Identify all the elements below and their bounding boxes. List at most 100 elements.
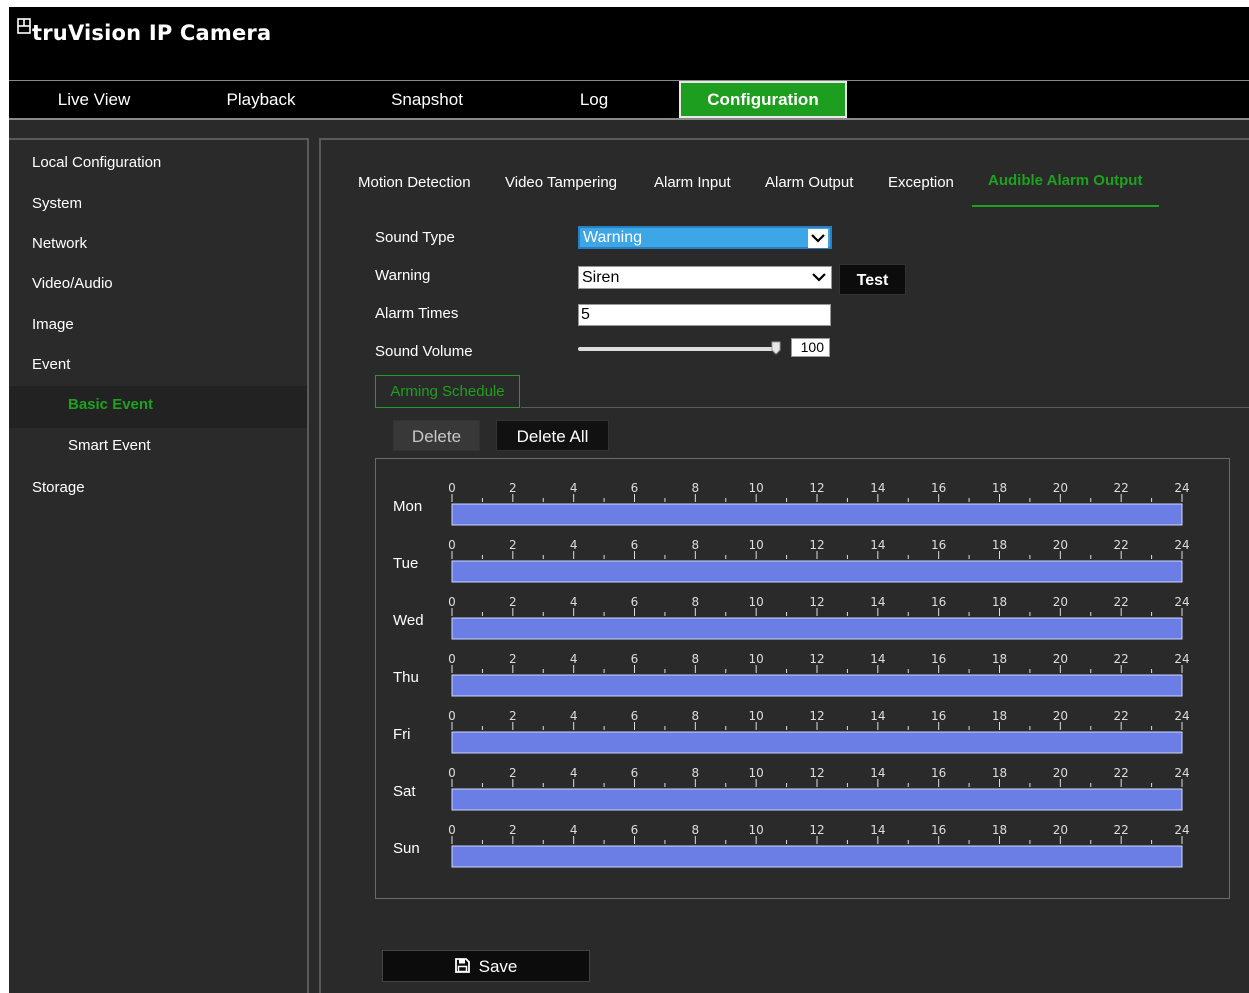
save-button[interactable]: Save	[382, 950, 590, 982]
hour-tick-label: 0	[448, 766, 456, 780]
warning-label: Warning	[375, 267, 431, 284]
hour-tick-label: 8	[692, 538, 700, 552]
hour-tick-label: 10	[749, 709, 764, 723]
day-label: Wed	[393, 612, 424, 629]
alarm-times-label: Alarm Times	[375, 305, 459, 322]
hour-tick-label: 22	[1114, 481, 1129, 495]
hour-tick-label: 10	[749, 766, 764, 780]
hour-tick-label: 14	[870, 709, 885, 723]
hour-tick-label: 4	[570, 823, 578, 837]
hour-tick-label: 16	[931, 652, 946, 666]
test-button[interactable]: Test	[839, 264, 906, 295]
schedule-bar[interactable]	[451, 560, 1183, 583]
schedule-bar[interactable]	[451, 788, 1183, 811]
warning-select[interactable]: Siren	[578, 266, 832, 289]
hour-tick-label: 16	[931, 823, 946, 837]
sidebar-item-network[interactable]: Network	[32, 235, 87, 252]
subtab-motion-detection[interactable]: Motion Detection	[358, 174, 471, 191]
logo-icon	[17, 18, 31, 34]
hour-tick-label: 6	[631, 823, 639, 837]
schedule-bar[interactable]	[451, 617, 1183, 640]
hour-tick-label: 0	[448, 652, 456, 666]
hour-tick-label: 12	[809, 481, 824, 495]
hour-tick-label: 4	[570, 538, 578, 552]
hour-tick-label: 0	[448, 538, 456, 552]
sound-volume-slider[interactable]	[578, 347, 778, 351]
hour-tick-label: 16	[931, 481, 946, 495]
subtab-alarm-output[interactable]: Alarm Output	[765, 174, 853, 191]
hour-tick-label: 24	[1174, 709, 1189, 723]
hour-tick-label: 16	[931, 595, 946, 609]
day-label: Sat	[393, 783, 416, 800]
subtab-audible-alarm-output[interactable]: Audible Alarm Output	[988, 172, 1142, 189]
tab-playback[interactable]: Playback	[177, 81, 345, 118]
hour-tick-label: 10	[749, 595, 764, 609]
app-title: truVision IP Camera	[17, 18, 271, 45]
tab-snapshot[interactable]: Snapshot	[343, 81, 511, 118]
hour-tick-label: 6	[631, 481, 639, 495]
schedule-bar[interactable]	[451, 731, 1183, 754]
hour-tick-label: 14	[870, 652, 885, 666]
hour-tick-label: 14	[870, 766, 885, 780]
hour-tick-label: 2	[509, 766, 517, 780]
schedule-bar[interactable]	[451, 845, 1183, 868]
schedule-bar[interactable]	[451, 503, 1183, 526]
hour-tick-label: 20	[1053, 766, 1068, 780]
slider-thumb-icon[interactable]	[771, 341, 781, 355]
hour-tick-label: 24	[1174, 595, 1189, 609]
hour-tick-label: 24	[1174, 652, 1189, 666]
sidebar-item-storage[interactable]: Storage	[32, 479, 85, 496]
schedule-bar[interactable]	[451, 674, 1183, 697]
schedule-grid[interactable]: Mon0 2 4 6 8 10 12 14 16 18 20 22 24Tue0 2 4 6 8 10 12 14 16…	[376, 459, 1229, 898]
sound-volume-label: Sound Volume	[375, 343, 473, 360]
subtab-alarm-input[interactable]: Alarm Input	[654, 174, 731, 191]
hour-tick-label: 4	[570, 595, 578, 609]
hour-tick-label: 18	[992, 652, 1007, 666]
sidebar-item-image[interactable]: Image	[32, 316, 74, 333]
hour-tick-label: 22	[1114, 595, 1129, 609]
day-label: Fri	[393, 726, 411, 743]
hour-tick-label: 0	[448, 595, 456, 609]
hour-tick-label: 18	[992, 595, 1007, 609]
hour-tick-label: 14	[870, 481, 885, 495]
tab-log[interactable]: Log	[509, 81, 679, 118]
sidebar-item-video-audio[interactable]: Video/Audio	[32, 275, 113, 292]
hour-tick-label: 2	[509, 652, 517, 666]
hour-tick-label: 2	[509, 823, 517, 837]
sound-type-select[interactable]: Warning	[578, 226, 832, 249]
hour-tick-label: 20	[1053, 481, 1068, 495]
sound-volume-value[interactable]: 100	[791, 338, 830, 357]
hour-tick-label: 22	[1114, 538, 1129, 552]
hour-tick-label: 14	[870, 823, 885, 837]
hour-tick-label: 18	[992, 766, 1007, 780]
hour-tick-label: 8	[692, 709, 700, 723]
sidebar-item-local-configuration[interactable]: Local Configuration	[32, 154, 161, 171]
hour-tick-label: 2	[509, 481, 517, 495]
warning-value: Siren	[582, 269, 620, 286]
sidebar-item-basic-event[interactable]: Basic Event	[68, 396, 153, 413]
chevron-down-icon	[809, 268, 829, 287]
sidebar-item-smart-event[interactable]: Smart Event	[68, 437, 151, 454]
hour-tick-label: 8	[692, 652, 700, 666]
hour-tick-label: 22	[1114, 823, 1129, 837]
hour-tick-label: 20	[1053, 652, 1068, 666]
tab-live-view[interactable]: Live View	[9, 81, 179, 118]
hour-tick-label: 18	[992, 823, 1007, 837]
hour-tick-label: 6	[631, 538, 639, 552]
day-label: Mon	[393, 498, 422, 515]
tab-configuration[interactable]: Configuration	[679, 81, 847, 118]
subtab-exception[interactable]: Exception	[888, 174, 954, 191]
hour-tick-label: 4	[570, 481, 578, 495]
hour-tick-label: 16	[931, 709, 946, 723]
tab-arming-schedule[interactable]: Arming Schedule	[375, 375, 520, 408]
hour-tick-label: 24	[1174, 766, 1189, 780]
sidebar-item-system[interactable]: System	[32, 195, 82, 212]
subtab-video-tampering[interactable]: Video Tampering	[505, 174, 617, 191]
sidebar-item-event[interactable]: Event	[32, 356, 70, 373]
hour-tick-label: 10	[749, 481, 764, 495]
delete-button[interactable]: Delete	[393, 420, 480, 451]
divider	[521, 407, 1249, 408]
hour-tick-label: 6	[631, 766, 639, 780]
alarm-times-input[interactable]: 5	[578, 304, 831, 326]
delete-all-button[interactable]: Delete All	[496, 420, 609, 451]
